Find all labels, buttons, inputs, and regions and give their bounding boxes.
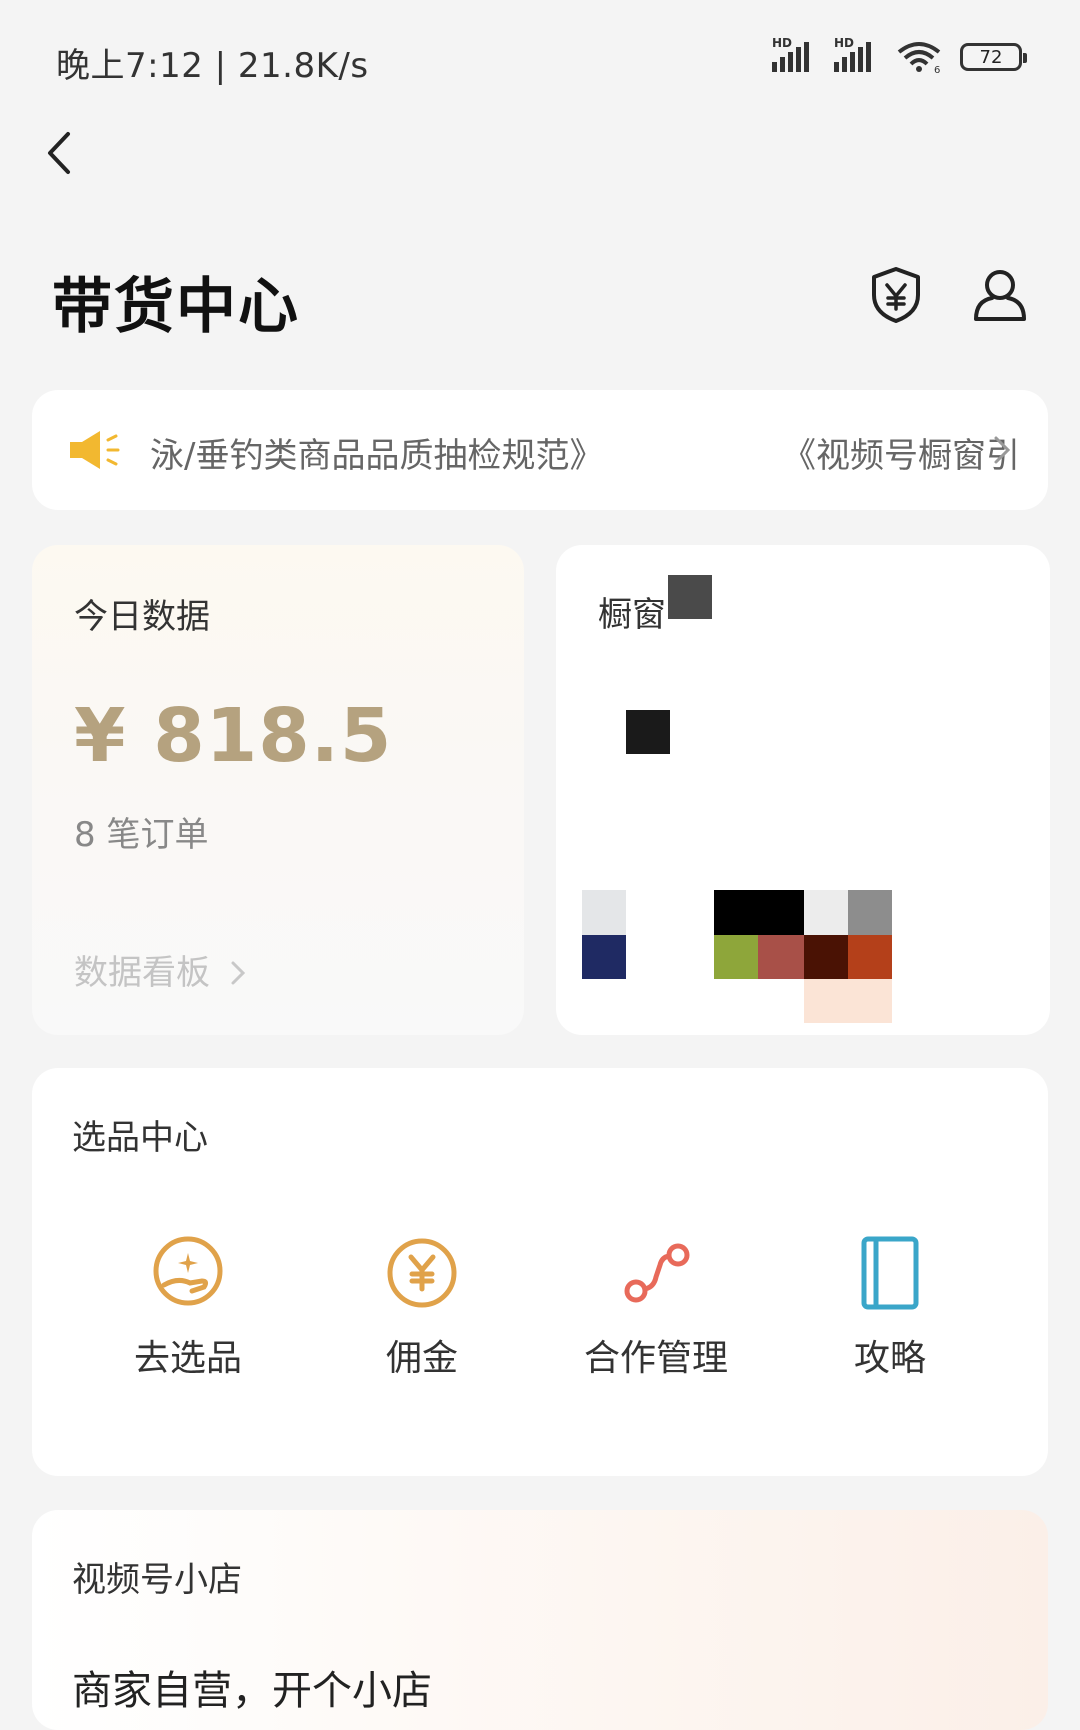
page-title: 带货中心	[52, 272, 300, 342]
back-arrow-icon[interactable]	[40, 128, 80, 178]
video-shop-title: 视频号小店	[72, 1560, 242, 1600]
mosaic-block	[582, 890, 626, 935]
tool-label: 佣金	[385, 1338, 458, 1379]
tool-label: 合作管理	[583, 1338, 728, 1379]
notice-bar[interactable]: 泳/垂钓类商品品质抽检规范》 《视频号橱窗引	[32, 390, 1048, 510]
hd-label-2: HD	[834, 36, 855, 50]
today-amount: ¥ 818.5	[74, 693, 393, 779]
signal-icon-2: HD	[834, 36, 878, 72]
wifi-icon: 6	[897, 42, 940, 74]
status-icons: HD HD 6 72	[772, 36, 1027, 74]
chevron-right-icon[interactable]	[992, 434, 1012, 466]
selection-center-card: 选品中心 去选品 佣金 合作管理 攻略	[32, 1068, 1048, 1476]
mosaic-block	[804, 979, 892, 1023]
hd-label: HD	[772, 36, 793, 50]
battery-icon: 72	[960, 43, 1027, 71]
shield-yuan-icon[interactable]	[866, 265, 926, 325]
chevron-right-icon	[231, 961, 245, 985]
mosaic-block	[626, 710, 670, 754]
wifi-sub-label: 6	[934, 65, 940, 74]
today-data-card[interactable]: 今日数据 ¥ 818.5 8 笔订单 数据看板	[32, 545, 524, 1035]
yuan-coin-icon	[387, 1238, 457, 1308]
mosaic-block	[668, 575, 712, 619]
notice-text[interactable]: 泳/垂钓类商品品质抽检规范》	[150, 428, 603, 477]
book-icon	[861, 1236, 919, 1310]
tool-label: 去选品	[133, 1338, 242, 1379]
cooperation-nodes-icon	[624, 1243, 690, 1303]
mosaic-block	[714, 935, 758, 979]
mosaic-block	[582, 935, 626, 979]
pick-product-icon	[153, 1236, 223, 1306]
mosaic-block	[804, 890, 848, 935]
user-profile-icon[interactable]	[970, 265, 1030, 325]
mosaic-block	[804, 935, 848, 979]
mosaic-block	[714, 890, 804, 935]
dashboard-link-label: 数据看板	[74, 953, 210, 993]
status-time: 晚上7:12 | 21.8K/s	[56, 46, 369, 86]
video-shop-subtitle: 商家自营，开个小店	[72, 1668, 432, 1714]
showcase-label: 橱窗	[598, 595, 666, 635]
mosaic-block	[848, 935, 892, 979]
notice-text-right[interactable]: 《视频号橱窗引	[782, 428, 1020, 477]
tool-commission[interactable]: 佣金	[322, 1233, 522, 1381]
dashboard-link[interactable]: 数据看板	[74, 945, 247, 994]
today-data-label: 今日数据	[74, 597, 210, 637]
tool-label: 攻略	[853, 1338, 926, 1379]
speaker-icon	[70, 431, 120, 469]
signal-icon: HD	[772, 36, 816, 72]
mosaic-block	[848, 890, 892, 935]
tool-cooperation[interactable]: 合作管理	[556, 1233, 756, 1381]
tool-guide[interactable]: 攻略	[790, 1233, 990, 1381]
showcase-card[interactable]: 橱窗	[556, 545, 1050, 1035]
tool-pick-product[interactable]: 去选品	[88, 1233, 288, 1381]
mosaic-block	[758, 935, 804, 979]
video-shop-card[interactable]: 视频号小店 商家自营，开个小店	[32, 1510, 1048, 1730]
battery-level: 72	[979, 46, 1003, 68]
selection-center-title: 选品中心	[72, 1118, 208, 1158]
today-orders: 8 笔订单	[74, 815, 209, 855]
